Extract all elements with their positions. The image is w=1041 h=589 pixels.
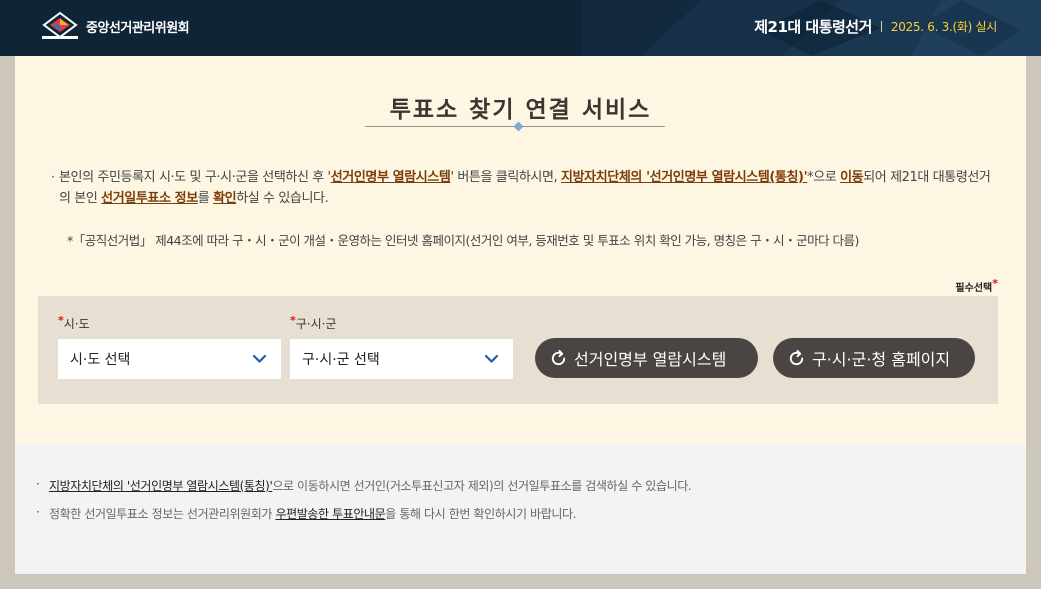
desc-highlight: 선거일투표소 정보 xyxy=(101,191,198,206)
divider xyxy=(880,21,882,32)
main-panel: 투표소 찾기 연결 서비스 · 본인의 주민등록지 시·도 및 구·시·군을 선… xyxy=(15,56,1026,444)
desc-highlight: 이동 xyxy=(840,170,864,185)
election-title: 제21대 대통령선거 xyxy=(754,18,872,36)
required-indicator: 필수선택* xyxy=(955,277,998,294)
district-homepage-button-label: 구·시·군·청 홈페이지 xyxy=(812,350,951,369)
election-info: 제21대 대통령선거 2025. 6. 3.(화) 실시 xyxy=(754,16,997,37)
notice-line-2: · 정확한 선거일투표소 정보는 선거관리위원회가 우편발송한 투표안내문을 통… xyxy=(36,505,577,522)
refresh-link-icon xyxy=(551,349,566,365)
required-star: * xyxy=(58,314,64,327)
gusigun-label: *구·시·군 xyxy=(290,314,337,332)
gusigun-select-value: 구·시·군 선택 xyxy=(302,352,380,368)
notice-text: 으로 이동하시면 선거인(거소투표신고자 제외)의 선거일투표소를 검색하실 수… xyxy=(272,479,692,493)
bullet-dot: · xyxy=(36,477,40,491)
voter-registry-button[interactable]: 선거인명부 열람시스템 xyxy=(535,338,758,378)
desc-text: 를 xyxy=(197,191,214,206)
chevron-down-icon xyxy=(484,354,499,363)
registry-link[interactable]: 지방자치단체의 '선거인명부 열람시스템(통칭)' xyxy=(49,479,273,493)
desc-text: 본인의 주민등록지 시·도 및 구·시·군을 선택하신 후 ' xyxy=(59,170,331,185)
search-form: *시·도 시·도 선택 *구·시·군 구·시·군 선택 선거인명부 열람시스템 … xyxy=(38,296,998,404)
nec-emblem-icon xyxy=(42,11,78,39)
legal-note: *「공직선거법」 제44조에 따라 구・시・군이 개설・운영하는 인터넷 홈페이… xyxy=(67,233,859,248)
gusigun-select[interactable]: 구·시·군 선택 xyxy=(290,339,513,379)
notice-text: 정확한 선거일투표소 정보는 선거관리위원회가 xyxy=(49,507,276,521)
refresh-link-icon xyxy=(789,349,804,365)
required-label: 필수선택 xyxy=(955,283,993,294)
org-name: 중앙선거관리위원회 xyxy=(86,20,190,36)
bullet-dot: · xyxy=(51,170,55,184)
site-header: 중앙선거관리위원회 제21대 대통령선거 2025. 6. 3.(화) 실시 xyxy=(0,0,1041,56)
bullet-dot: · xyxy=(36,505,40,519)
district-homepage-button[interactable]: 구·시·군·청 홈페이지 xyxy=(773,338,975,378)
service-description: · 본인의 주민등록지 시·도 및 구·시·군을 선택하신 후 '선거인명부 열… xyxy=(51,167,999,209)
info-notice: · 지방자치단체의 '선거인명부 열람시스템(통칭)'으로 이동하시면 선거인(… xyxy=(15,444,1026,574)
desc-highlight: 선거인명부 열람시스템 xyxy=(330,170,451,185)
desc-highlight: 지방자치단체의 '선거인명부 열람시스템(통칭)' xyxy=(561,170,808,185)
required-star: * xyxy=(992,277,998,290)
voting-guide-link[interactable]: 우편발송한 투표안내문 xyxy=(275,507,385,521)
page-title: 투표소 찾기 연결 서비스 xyxy=(389,97,652,123)
notice-text: 을 통해 다시 한번 확인하시기 바랍니다. xyxy=(385,507,577,521)
sido-select[interactable]: 시·도 선택 xyxy=(58,339,281,379)
desc-text: ' 버튼을 클릭하시면, xyxy=(450,170,562,185)
desc-text: 하실 수 있습니다. xyxy=(236,191,329,206)
election-date: 2025. 6. 3.(화) 실시 xyxy=(890,20,997,34)
gusigun-label-text: 구·시·군 xyxy=(295,317,337,331)
sido-select-value: 시·도 선택 xyxy=(70,352,131,368)
nec-logo[interactable]: 중앙선거관리위원회 xyxy=(40,11,190,41)
sido-label-text: 시·도 xyxy=(63,317,90,331)
notice-line-1: · 지방자치단체의 '선거인명부 열람시스템(통칭)'으로 이동하시면 선거인(… xyxy=(36,477,692,494)
required-star: * xyxy=(290,314,296,327)
chevron-down-icon xyxy=(252,354,267,363)
desc-highlight: 확인 xyxy=(213,191,237,206)
sido-label: *시·도 xyxy=(58,314,90,332)
desc-text: *으로 xyxy=(807,170,841,185)
voter-registry-button-label: 선거인명부 열람시스템 xyxy=(574,350,727,369)
